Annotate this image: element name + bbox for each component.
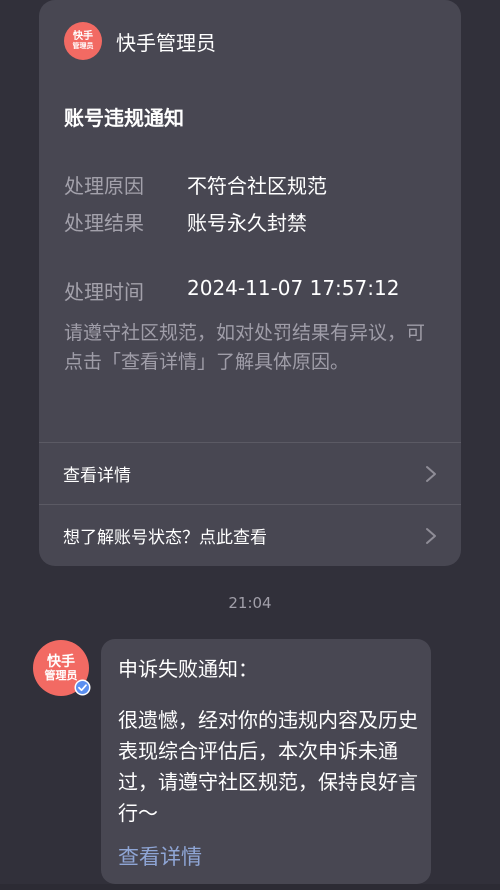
account-status-label: 想了解账号状态？点此查看 bbox=[63, 528, 267, 548]
time-label: 处理时间 bbox=[64, 280, 144, 304]
sender-name: 快手管理员 bbox=[116, 30, 216, 55]
avatar-line2: 管理员 bbox=[44, 668, 78, 682]
sender-logo-line2: 管理员 bbox=[72, 41, 94, 50]
view-details-link[interactable]: 查看详情 bbox=[39, 443, 461, 504]
message-view-details-link[interactable]: 查看详情 bbox=[118, 841, 202, 871]
message-timestamp: 21:04 bbox=[228, 594, 272, 612]
message-bubble: 申诉失败通知： 很遗憾，经对你的违规内容及历史表现综合评估后，本次申诉未通过，请… bbox=[101, 639, 431, 884]
result-value: 账号永久封禁 bbox=[187, 211, 307, 235]
notice-note: 请遵守社区规范，如对处罚结果有异议，可点击「查看详情」了解具体原因。 bbox=[64, 322, 426, 373]
reason-row: 处理原因 不符合社区规范 bbox=[64, 170, 327, 199]
reason-value: 不符合社区规范 bbox=[187, 174, 327, 198]
message-title: 申诉失败通知： bbox=[118, 657, 258, 681]
time-row: 处理时间 2024-11-07 17:57:12 bbox=[64, 276, 399, 305]
message-body: 很遗憾，经对你的违规内容及历史表现综合评估后，本次申诉未通过，请遵守社区规范，保… bbox=[118, 708, 418, 825]
chevron-right-icon bbox=[426, 527, 436, 544]
view-details-label: 查看详情 bbox=[63, 466, 131, 486]
card-title: 账号违规通知 bbox=[64, 106, 184, 130]
bottom-edge bbox=[0, 884, 500, 890]
chat-page: 快手 管理员 快手管理员 账号违规通知 处理原因 不符合社区规范 处理结果 账号… bbox=[0, 0, 500, 890]
sender-logo: 快手 管理员 bbox=[64, 22, 102, 60]
sender-logo-line1: 快手 bbox=[73, 31, 93, 43]
violation-notice-card: 快手 管理员 快手管理员 账号违规通知 处理原因 不符合社区规范 处理结果 账号… bbox=[39, 0, 461, 566]
account-status-link[interactable]: 想了解账号状态？点此查看 bbox=[39, 505, 461, 566]
time-value: 2024-11-07 17:57:12 bbox=[187, 276, 400, 300]
card-header: 快手 管理员 快手管理员 bbox=[64, 22, 216, 60]
result-label: 处理结果 bbox=[64, 211, 144, 235]
chevron-right-icon bbox=[426, 465, 436, 482]
verified-badge-icon bbox=[74, 679, 91, 696]
reason-label: 处理原因 bbox=[64, 174, 144, 198]
avatar-line1: 快手 bbox=[47, 653, 75, 670]
result-row: 处理结果 账号永久封禁 bbox=[64, 207, 307, 236]
